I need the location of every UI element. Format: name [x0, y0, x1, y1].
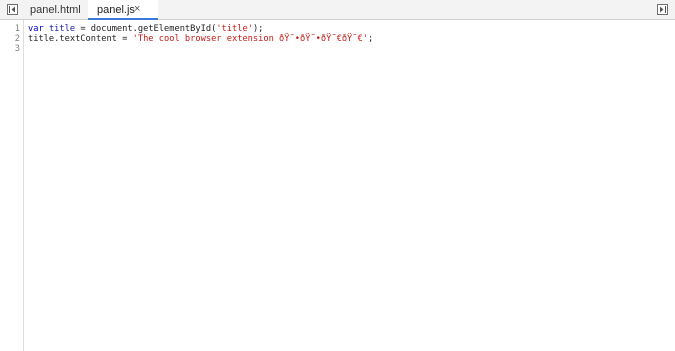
tab-label: panel.js	[97, 4, 135, 16]
tab-panel-js[interactable]: panel.js	[88, 0, 158, 20]
tab-bar: panel.html panel.js ×	[0, 0, 675, 20]
code-line[interactable]: title.textContent = 'The cool browser ex…	[28, 34, 373, 44]
line-number: 2	[14, 34, 20, 44]
line-number-gutter: 1 2 3	[0, 20, 24, 351]
code-editor[interactable]: 1 2 3 var title = document.getElementByI…	[0, 20, 675, 351]
keyword-token: var	[28, 24, 44, 34]
tab-panel-html[interactable]: panel.html	[24, 0, 86, 20]
line-number: 3	[14, 44, 20, 54]
code-line[interactable]: var title = document.getElementById('tit…	[28, 24, 263, 34]
variable-token: title	[48, 24, 76, 34]
string-token: 'The cool browser extension ðŸ˜•ðŸ˜•ðŸ˜€…	[132, 34, 368, 44]
line-number: 1	[14, 24, 20, 34]
string-token: 'title'	[216, 24, 253, 34]
toggle-sidebar-left-icon[interactable]	[7, 4, 18, 15]
close-tab-icon[interactable]: ×	[134, 0, 140, 19]
code-token: title.textContent =	[28, 34, 133, 44]
code-token: );	[252, 24, 264, 34]
code-token: = document.getElementById(	[75, 24, 217, 34]
code-token: ;	[367, 34, 374, 44]
tab-label: panel.html	[30, 4, 81, 16]
toggle-sidebar-right-icon[interactable]	[657, 4, 668, 15]
